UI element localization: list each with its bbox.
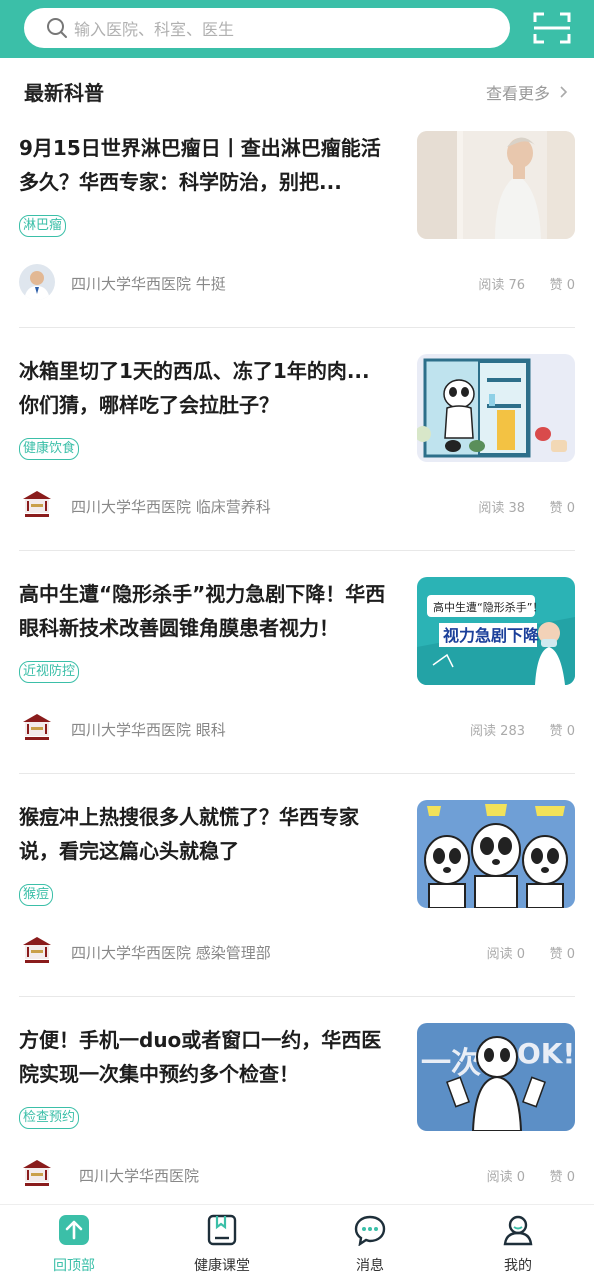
read-count: 阅读 0 <box>486 947 525 962</box>
article-source: 四川大学华西医院 牛挺 <box>71 275 226 293</box>
article-card[interactable]: 冰箱里切了1天的西瓜、冻了1年的肉...你们猜，哪样吃了会拉肚子？ 健康饮食 四… <box>19 354 575 576</box>
hospital-logo <box>19 710 55 746</box>
health-class-icon <box>207 1214 237 1246</box>
hospital-logo <box>19 487 55 523</box>
like-count[interactable]: 赞 0 <box>550 943 575 962</box>
article-card[interactable]: 高中生遭“隐形杀手”视力急剧下降！华西眼科新技术改善圆锥角膜患者视力！ 近视防控… <box>19 577 575 799</box>
article-card[interactable]: 猴痘冲上热搜很多人就慌了？华西专家说，看完这篇心头就稳了 猴痘 四川大学华西医院… <box>19 800 575 1022</box>
message-icon <box>354 1215 386 1246</box>
read-count: 阅读 0 <box>486 1170 525 1185</box>
section-title: 最新科普 <box>24 81 104 105</box>
like-count[interactable]: 赞 0 <box>550 497 575 516</box>
article-title[interactable]: 方便！手机一duo或者窗口一约，华西医院实现一次集中预约多个检查！ <box>19 1023 389 1091</box>
read-count: 阅读 76 <box>478 278 525 293</box>
article-tag[interactable]: 近视防控 <box>19 661 80 683</box>
hospital-logo <box>19 933 55 969</box>
article-title[interactable]: 冰箱里切了1天的西瓜、冻了1年的肉...你们猜，哪样吃了会拉肚子？ <box>19 354 389 422</box>
nav-back-to-top[interactable]: 回顶部 <box>0 1205 148 1281</box>
article-source: 四川大学华西医院 <box>79 1167 200 1185</box>
nav-label: 健康课堂 <box>194 1258 250 1274</box>
article-thumbnail[interactable] <box>417 354 575 462</box>
article-thumbnail[interactable] <box>417 800 575 908</box>
article-thumbnail[interactable] <box>417 131 575 239</box>
nav-label: 我的 <box>504 1258 532 1274</box>
search-bar[interactable] <box>24 8 510 50</box>
article-tag[interactable]: 健康饮食 <box>19 438 80 460</box>
article-source: 四川大学华西医院 眼科 <box>71 721 226 739</box>
like-count[interactable]: 赞 0 <box>550 1166 575 1185</box>
thumb-headline: OK! <box>517 1037 575 1070</box>
back-to-top-icon <box>59 1215 89 1245</box>
thumb-caption: 高中生遭“隐形杀手”！ <box>433 600 543 614</box>
article-source: 四川大学华西医院 感染管理部 <box>71 944 271 962</box>
author-avatar <box>19 264 55 300</box>
article-tag[interactable]: 淋巴瘤 <box>19 215 67 237</box>
divider <box>19 550 575 551</box>
article-title[interactable]: 高中生遭“隐形杀手”视力急剧下降！华西眼科新技术改善圆锥角膜患者视力！ <box>19 577 389 645</box>
hospital-logo <box>19 1156 55 1192</box>
chevron-right-icon <box>560 86 568 98</box>
divider <box>19 773 575 774</box>
article-card[interactable]: 方便！手机一duo或者窗口一约，华西医院实现一次集中预约多个检查！ 检查预约 一… <box>19 1023 575 1203</box>
divider <box>19 327 575 328</box>
bottom-nav: 回顶部 健康课堂 消息 我的 <box>0 1204 594 1281</box>
read-count: 阅读 38 <box>478 501 525 516</box>
nav-health-class[interactable]: 健康课堂 <box>148 1205 296 1281</box>
nav-label: 回顶部 <box>53 1258 95 1274</box>
read-count: 阅读 283 <box>470 724 525 739</box>
thumb-caption: 一次 <box>421 1046 481 1081</box>
scan-icon[interactable] <box>532 10 572 46</box>
article-title[interactable]: 猴痘冲上热搜很多人就慌了？华西专家说，看完这篇心头就稳了 <box>19 800 389 868</box>
top-bar <box>0 0 594 58</box>
view-more-link[interactable]: 查看更多 <box>486 80 568 104</box>
article-tag[interactable]: 猴痘 <box>19 884 54 906</box>
article-thumbnail[interactable]: 一次 OK! <box>417 1023 575 1131</box>
nav-messages[interactable]: 消息 <box>296 1205 444 1281</box>
search-input[interactable] <box>72 8 496 50</box>
thumb-headline: 视力急剧下降 <box>443 626 540 645</box>
like-count[interactable]: 赞 0 <box>550 720 575 739</box>
divider <box>19 996 575 997</box>
article-title[interactable]: 9月15日世界淋巴瘤日丨查出淋巴瘤能活多久？华西专家：科学防治，别把... <box>19 131 389 199</box>
article-thumbnail[interactable]: 高中生遭“隐形杀手”！ 视力急剧下降 <box>417 577 575 685</box>
view-more-label: 查看更多 <box>485 84 550 103</box>
like-count[interactable]: 赞 0 <box>550 274 575 293</box>
article-card[interactable]: 9月15日世界淋巴瘤日丨查出淋巴瘤能活多久？华西专家：科学防治，别把... 淋巴… <box>19 131 575 353</box>
article-tag[interactable]: 检查预约 <box>19 1107 80 1129</box>
profile-icon <box>503 1215 533 1246</box>
nav-label: 消息 <box>356 1258 384 1274</box>
article-source: 四川大学华西医院 临床营养科 <box>71 498 271 516</box>
nav-profile[interactable]: 我的 <box>444 1205 592 1281</box>
search-icon <box>47 18 67 38</box>
